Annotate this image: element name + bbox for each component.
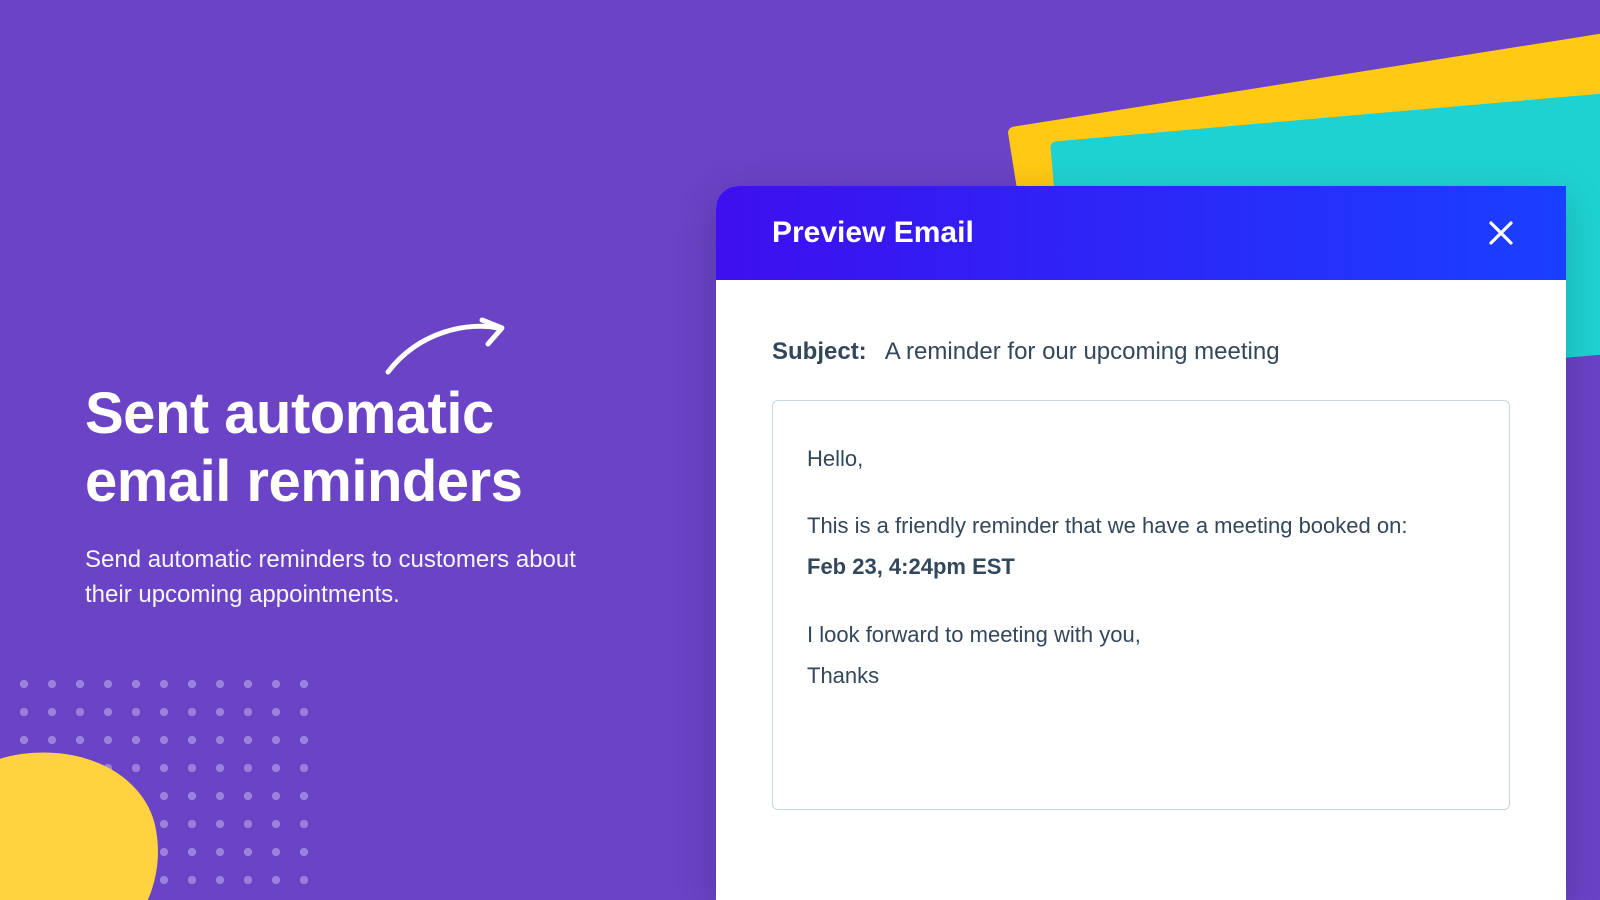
hero-copy: Sent automatic email reminders Send auto… <box>85 380 645 612</box>
hero-stage: Sent automatic email reminders Send auto… <box>0 0 1600 900</box>
email-body-box: Hello, This is a friendly reminder that … <box>772 400 1510 810</box>
email-preview-header: Preview Email <box>716 186 1566 280</box>
arrow-icon <box>380 310 510 380</box>
hero-headline: Sent automatic email reminders <box>85 380 645 517</box>
email-greeting: Hello, <box>807 441 1475 476</box>
email-datetime: Feb 23, 4:24pm EST <box>807 549 1475 584</box>
subject-value: A reminder for our upcoming meeting <box>885 338 1280 366</box>
email-closing-1: I look forward to meeting with you, <box>807 617 1475 652</box>
hero-subhead: Send automatic reminders to customers ab… <box>85 543 605 613</box>
subject-label: Subject: <box>772 338 867 366</box>
hero-headline-line1: Sent automatic <box>85 381 494 446</box>
email-preview-card: Preview Email Subject: A reminder for ou… <box>716 186 1566 900</box>
close-button[interactable] <box>1484 216 1518 250</box>
close-icon <box>1488 220 1514 246</box>
email-intro: This is a friendly reminder that we have… <box>807 508 1475 543</box>
email-preview-body: Subject: A reminder for our upcoming mee… <box>716 280 1566 900</box>
subject-row: Subject: A reminder for our upcoming mee… <box>772 338 1510 366</box>
email-preview-title: Preview Email <box>772 216 974 250</box>
email-closing-2: Thanks <box>807 658 1475 693</box>
hero-headline-line2: email reminders <box>85 449 522 514</box>
